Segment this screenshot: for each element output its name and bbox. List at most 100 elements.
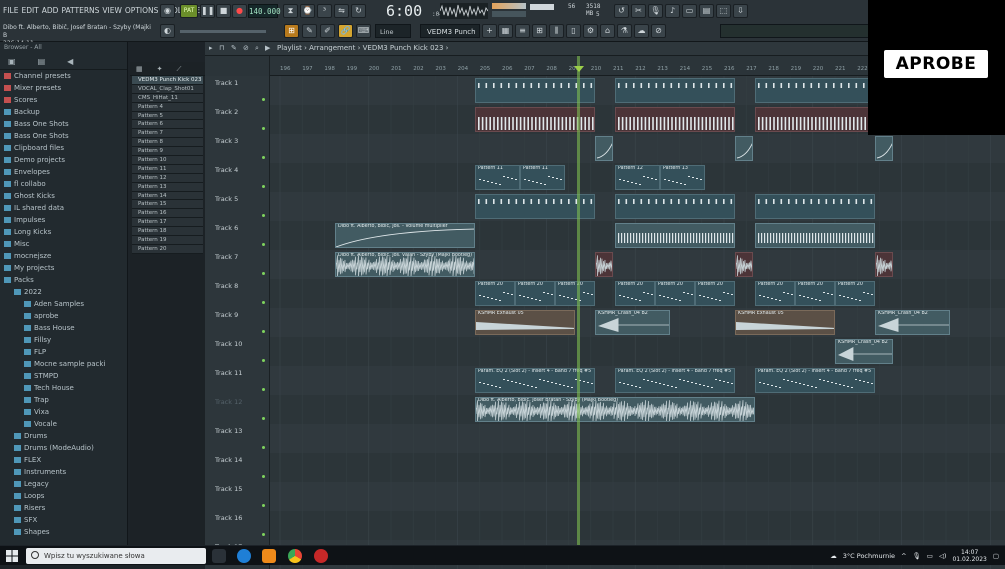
browser-item[interactable]: Misc: [0, 238, 127, 250]
pattern-grid-icon[interactable]: ▦: [136, 65, 143, 73]
snap-select[interactable]: Line: [375, 24, 411, 38]
track-lane[interactable]: Dibo ft. Alberto, Bibič, Jos. - Volume m…: [270, 221, 1005, 250]
playlist-clip[interactable]: KSHMR_Crash_04 B2: [835, 339, 893, 364]
channel-item[interactable]: Pattern 7: [132, 129, 203, 139]
browser-item[interactable]: Channel presets: [0, 70, 127, 82]
playlist-clip[interactable]: Pattern 11: [475, 165, 520, 190]
track-mute-led-icon[interactable]: [262, 388, 265, 391]
playlist-clip[interactable]: KSHMR Exhaust 05: [735, 310, 835, 335]
playlist-clip[interactable]: Pattern 20: [475, 281, 515, 306]
channel-item[interactable]: Pattern 18: [132, 227, 203, 237]
browser-item[interactable]: 2022: [0, 286, 127, 298]
track-mute-led-icon[interactable]: [262, 272, 265, 275]
track-header[interactable]: Track 13: [205, 424, 270, 453]
channel-item[interactable]: Pattern 13: [132, 182, 203, 192]
track-header[interactable]: Track 16: [205, 511, 270, 540]
track-mute-led-icon[interactable]: [262, 127, 265, 130]
playlist-clip[interactable]: Pattern 20: [515, 281, 555, 306]
task-view-icon[interactable]: [212, 549, 226, 563]
playlist-clip[interactable]: Pattern 20: [615, 281, 655, 306]
save-icon[interactable]: ▤: [699, 4, 714, 18]
channel-rack-icon[interactable]: ⊞: [532, 24, 547, 38]
link-icon[interactable]: 🔗: [338, 24, 353, 38]
channel-item[interactable]: Pattern 19: [132, 236, 203, 245]
playlist-clip[interactable]: Pattern 20: [555, 281, 595, 306]
draw-icon[interactable]: ✎: [302, 24, 317, 38]
browser-item[interactable]: FLEX: [0, 454, 127, 466]
breadcrumb-arrangement[interactable]: Arrangement: [309, 44, 355, 52]
track-header[interactable]: Track 10: [205, 337, 270, 366]
channel-item[interactable]: Pattern 11: [132, 164, 203, 174]
playlist-clip[interactable]: Pattern 12: [615, 165, 660, 190]
browser-item[interactable]: Long Kicks: [0, 226, 127, 238]
track-mute-led-icon[interactable]: [262, 185, 265, 188]
fx-icon[interactable]: ⚗: [617, 24, 632, 38]
browser-item[interactable]: Ghost Kicks: [0, 190, 127, 202]
browser-item[interactable]: Legacy: [0, 478, 127, 490]
tray-chevron-icon[interactable]: ^: [901, 552, 906, 560]
snap-icon[interactable]: ⊞: [284, 24, 299, 38]
wait-icon[interactable]: ⌚: [300, 4, 315, 18]
browser-play-icon[interactable]: ◀: [67, 57, 73, 66]
track-mute-led-icon[interactable]: [262, 446, 265, 449]
playlist-clip[interactable]: KSHMR_Crash_04 B2: [875, 310, 950, 335]
loop-record-icon[interactable]: ↻: [351, 4, 366, 18]
chat-icon[interactable]: ▭: [682, 4, 697, 18]
playlist-icon[interactable]: ≡: [515, 24, 530, 38]
cut-icon[interactable]: ✂: [631, 4, 646, 18]
channel-item[interactable]: CMS_HiHat_11: [132, 93, 203, 103]
channel-tool-icon[interactable]: ⟋: [177, 65, 182, 73]
channel-item[interactable]: Pattern 17: [132, 218, 203, 228]
browser-item[interactable]: Bass One Shots: [0, 130, 127, 142]
windows-start-icon[interactable]: [6, 550, 18, 562]
browser-item[interactable]: Mixer presets: [0, 82, 127, 94]
track-mute-led-icon[interactable]: [262, 98, 265, 101]
playlist-clip[interactable]: Dibo ft. Alberto, Bibič, Jos. valan - Sz…: [335, 252, 475, 277]
browser-item[interactable]: Fillsy: [0, 334, 127, 346]
playhead[interactable]: [577, 56, 580, 545]
track-mute-led-icon[interactable]: [262, 156, 265, 159]
playlist-clip[interactable]: [755, 78, 875, 103]
browser-item[interactable]: Bass One Shots: [0, 118, 127, 130]
channel-item[interactable]: Pattern 9: [132, 147, 203, 157]
play-icon[interactable]: ❚❚: [200, 4, 215, 18]
playlist-clip[interactable]: [875, 136, 893, 161]
tempo-display[interactable]: 140.000: [248, 4, 281, 18]
channel-item[interactable]: Pattern 16: [132, 209, 203, 219]
browser-list-icon[interactable]: ▤: [38, 57, 46, 66]
mic-icon[interactable]: 🎙: [648, 4, 663, 18]
weather-icon[interactable]: ☁: [830, 552, 837, 560]
channel-item[interactable]: Pattern 5: [132, 111, 203, 121]
menu-options[interactable]: OPTIONS: [125, 6, 159, 15]
playlist-clip[interactable]: Dibo ft. Alberto, Bibič, Jos. - Volume m…: [335, 223, 475, 248]
playlist-clip[interactable]: KSHMR Exhaust 05: [475, 310, 575, 335]
menu-edit[interactable]: EDIT: [21, 6, 38, 15]
track-mute-led-icon[interactable]: [262, 214, 265, 217]
record-icon[interactable]: ●: [232, 4, 247, 18]
channel-item[interactable]: Pattern 14: [132, 191, 203, 201]
undo-icon[interactable]: ↺: [614, 4, 629, 18]
playlist-clip[interactable]: [875, 252, 893, 277]
browser-item[interactable]: Risers: [0, 502, 127, 514]
browser-item[interactable]: Bass House: [0, 322, 127, 334]
browser-item[interactable]: Tech House: [0, 382, 127, 394]
browser-item[interactable]: STMPD: [0, 370, 127, 382]
track-header[interactable]: Track 5: [205, 192, 270, 221]
dial-icon[interactable]: ◐: [160, 24, 175, 38]
track-lane[interactable]: KSHMR Exhaust 05 KSHMR_Crash_04 B2 KSHMR E…: [270, 308, 1005, 337]
channel-item[interactable]: Pattern 6: [132, 120, 203, 130]
track-lane[interactable]: [270, 453, 1005, 482]
track-lane[interactable]: Pattern 20 Pattern 20 Pattern 20 Pattern 20…: [270, 279, 1005, 308]
menu-add[interactable]: ADD: [42, 6, 59, 15]
playlist-clip[interactable]: Pattern 13: [660, 165, 705, 190]
track-lane[interactable]: Dibo ft. Alberto, Bibič, Josef Bratan - …: [270, 395, 1005, 424]
browser-item[interactable]: Scores: [0, 94, 127, 106]
track-header[interactable]: Track 6: [205, 221, 270, 250]
pattern-song-toggle-icon[interactable]: ◉: [160, 4, 175, 18]
playlist-clip[interactable]: [595, 252, 613, 277]
browser-item[interactable]: Packs: [0, 274, 127, 286]
stop-icon[interactable]: ■: [216, 4, 231, 18]
playlist-clip[interactable]: [735, 136, 753, 161]
browser-item[interactable]: Impulses: [0, 214, 127, 226]
fl-studio-icon[interactable]: [262, 549, 276, 563]
